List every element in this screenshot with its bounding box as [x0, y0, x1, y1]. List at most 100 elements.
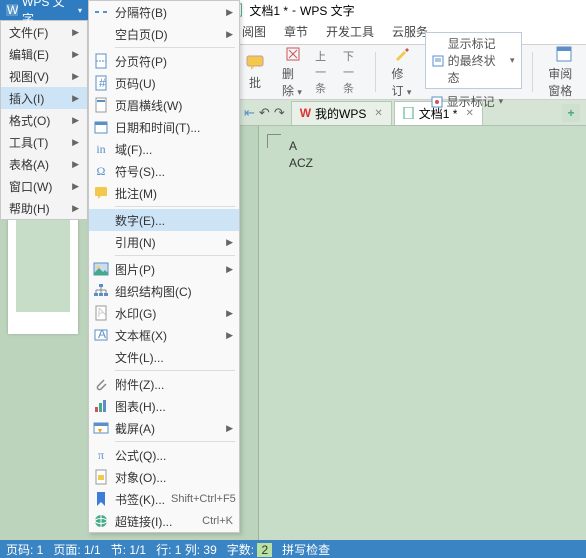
track-state-dropdown[interactable]: 显示标记的最终状态 ▾	[425, 32, 522, 89]
blank-icon	[93, 26, 109, 42]
menubar-item[interactable]: 表格(A)▶	[1, 153, 87, 175]
chart-icon	[93, 398, 109, 414]
menubar-item[interactable]: 编辑(E)▶	[1, 43, 87, 65]
status-row-col[interactable]: 行: 1 列: 39	[156, 541, 217, 558]
page-corner-mark	[267, 134, 281, 148]
submenu-item[interactable]: A水印(G)▶	[89, 302, 239, 324]
submenu-item[interactable]: 组织结构图(C)	[89, 280, 239, 302]
submenu-item[interactable]: #页码(U)	[89, 72, 239, 94]
track-icon	[393, 45, 411, 63]
marks-icon	[431, 96, 443, 108]
chevron-right-icon: ▶	[72, 71, 79, 82]
ribbon-prev-button[interactable]: 上一条	[315, 48, 337, 96]
chevron-right-icon: ▶	[72, 203, 79, 214]
ribbon-tab-section[interactable]: 章节	[282, 19, 310, 44]
menubar-item[interactable]: 窗口(W)▶	[1, 175, 87, 197]
link-icon	[93, 513, 109, 529]
tbox-icon: A	[93, 327, 109, 343]
svg-text:W: W	[7, 4, 18, 16]
menubar-item[interactable]: 插入(I)▶	[1, 87, 87, 109]
menu-separator	[115, 370, 235, 371]
chevron-right-icon: ▶	[72, 137, 79, 148]
submenu-item[interactable]: 对象(O)...	[89, 466, 239, 488]
chevron-right-icon: ▶	[226, 264, 233, 275]
doc-icon	[403, 107, 415, 119]
submenu-item[interactable]: 日期和时间(T)...	[89, 116, 239, 138]
chevron-down-icon: ▾	[407, 87, 412, 97]
undo-icon[interactable]: ↶	[259, 105, 270, 121]
ribbon-next-button[interactable]: 下一条	[343, 48, 365, 96]
track-state-icon	[432, 55, 444, 67]
menubar-item[interactable]: 帮助(H)▶	[1, 197, 87, 219]
insert-submenu: 分隔符(B)▶空白页(D)▶ 分页符(P)#页码(U)页眉横线(W)日期和时间(T…	[88, 0, 240, 533]
menu-separator	[115, 47, 235, 48]
submenu-item[interactable]: 批注(M)	[89, 182, 239, 204]
chevron-right-icon: ▶	[226, 7, 233, 18]
chevron-right-icon: ▶	[72, 159, 79, 170]
submenu-item[interactable]: in域(F)...	[89, 138, 239, 160]
status-spellcheck[interactable]: 拼写检查	[282, 541, 330, 558]
chevron-right-icon: ▶	[226, 308, 233, 319]
svg-text:#: #	[99, 76, 106, 90]
chevron-right-icon: ▶	[72, 181, 79, 192]
chevron-right-icon: ▶	[226, 423, 233, 434]
menubar-item[interactable]: 工具(T)▶	[1, 131, 87, 153]
submenu-item[interactable]: 页眉横线(W)	[89, 94, 239, 116]
pgnum-icon: #	[93, 75, 109, 91]
menu-separator	[115, 206, 235, 207]
submenu-item[interactable]: 数字(E)...	[89, 209, 239, 231]
submenu-item[interactable]: 分页符(P)	[89, 50, 239, 72]
status-page[interactable]: 页码: 1	[6, 541, 43, 558]
ribbon-track-button[interactable]: 修订 ▾	[385, 43, 418, 101]
obj-icon	[93, 469, 109, 485]
menubar-item[interactable]: 视图(V)▶	[1, 65, 87, 87]
submenu-item[interactable]: 空白页(D)▶	[89, 23, 239, 45]
submenu-item[interactable]: 引用(N)▶	[89, 231, 239, 253]
date-icon	[93, 119, 109, 135]
delete-icon	[284, 45, 302, 63]
ribbon-tab-view[interactable]: 阅图	[240, 19, 268, 44]
title-sep: -	[292, 3, 296, 17]
submenu-item[interactable]: 文件(L)...	[89, 346, 239, 368]
show-marks-dropdown[interactable]: 显示标记 ▾	[425, 91, 522, 112]
submenu-item[interactable]: 书签(K)...Shift+Ctrl+F5	[89, 488, 239, 510]
document-text: A ACZ	[289, 138, 313, 172]
field-icon: in	[93, 141, 109, 157]
app-menu-button[interactable]: W WPS 文字 ▾	[0, 0, 88, 20]
status-section[interactable]: 节: 1/1	[111, 541, 146, 558]
status-bar: 页码: 1 页面: 1/1 节: 1/1 行: 1 列: 39 字数: 2 拼写…	[0, 540, 586, 558]
bm-icon	[93, 491, 109, 507]
shortcut-label: Shift+Ctrl+F5	[171, 493, 236, 505]
submenu-item[interactable]: 截屏(A)▶	[89, 417, 239, 439]
document-page[interactable]: A ACZ	[258, 126, 586, 540]
submenu-item[interactable]: 分隔符(B)▶	[89, 1, 239, 23]
nav-back-icon[interactable]: ⇤	[244, 105, 255, 121]
chevron-right-icon: ▶	[72, 115, 79, 126]
submenu-item[interactable]: Ω符号(S)...	[89, 160, 239, 182]
redo-icon[interactable]: ↷	[274, 105, 285, 121]
ribbon-delete-button[interactable]: 删除 ▾	[276, 43, 309, 101]
org-icon	[93, 283, 109, 299]
ribbon-tab-dev[interactable]: 开发工具	[324, 19, 376, 44]
menubar-item[interactable]: 文件(F)▶	[1, 21, 87, 43]
hline-icon	[93, 97, 109, 113]
close-icon[interactable]: ✕	[374, 108, 382, 119]
att-icon	[93, 376, 109, 392]
status-words[interactable]: 字数: 2	[227, 541, 272, 558]
submenu-item[interactable]: 超链接(I)...Ctrl+K	[89, 510, 239, 532]
ribbon-review-pane-button[interactable]: 审阅窗格	[542, 43, 586, 101]
menubar-item[interactable]: 格式(O)▶	[1, 109, 87, 131]
shortcut-label: Ctrl+K	[202, 515, 233, 527]
chevron-down-icon: ▾	[297, 87, 302, 97]
submenu-item[interactable]: 图表(H)...	[89, 395, 239, 417]
submenu-item[interactable]: 附件(Z)...	[89, 373, 239, 395]
eq-icon: π	[93, 447, 109, 463]
submenu-item[interactable]: A文本框(X)▶	[89, 324, 239, 346]
ribbon-review-button[interactable]: 批	[240, 52, 270, 93]
submenu-item[interactable]: π公式(Q)...	[89, 444, 239, 466]
tab-my-wps[interactable]: W 我的WPS ✕	[291, 101, 392, 125]
submenu-item[interactable]: 图片(P)▶	[89, 258, 239, 280]
chevron-right-icon: ▶	[226, 29, 233, 40]
status-pages[interactable]: 页面: 1/1	[53, 541, 100, 558]
new-tab-button[interactable]: +	[562, 104, 580, 122]
